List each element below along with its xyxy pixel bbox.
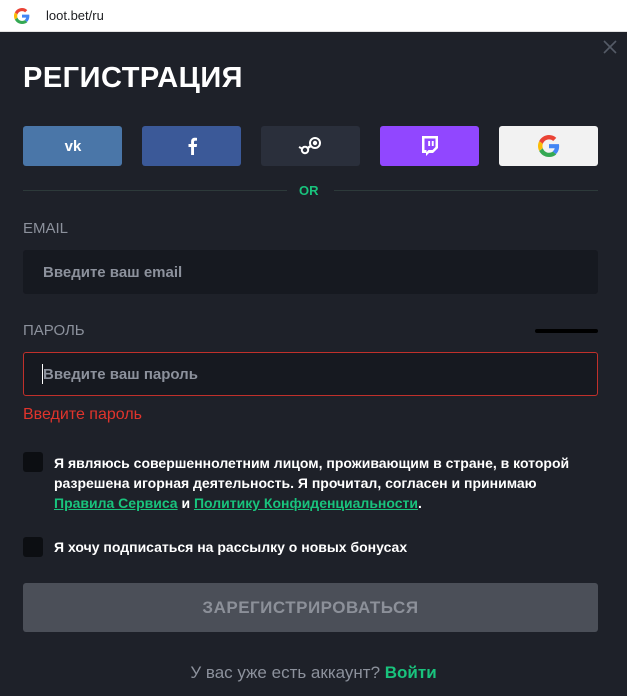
email-label: EMAIL [23,220,69,237]
vk-login-button[interactable]: vk [23,126,122,166]
password-strength-bar [535,329,598,333]
privacy-policy-link[interactable]: Политику Конфиденциальности [194,495,418,511]
password-label: ПАРОЛЬ [23,322,85,339]
newsletter-checkbox[interactable] [23,537,43,557]
facebook-icon [188,137,197,155]
close-icon[interactable] [600,37,620,57]
email-field[interactable] [23,250,598,294]
login-link[interactable]: Войти [385,663,437,682]
terms-of-service-link[interactable]: Правила Сервиса [54,495,178,511]
steam-icon [298,137,321,155]
browser-address-bar: loot.bet/ru [0,0,627,32]
agree-terms-text-before: Я являюсь совершеннолетним лицом, прожив… [54,455,570,491]
url-text[interactable]: loot.bet/ru [46,8,104,23]
newsletter-text: Я хочу подписаться на рассылку о новых б… [54,539,408,555]
password-field[interactable] [23,352,598,396]
twitch-icon [421,136,438,156]
page-title: РЕГИСТРАЦИЯ [23,62,244,94]
agree-terms-text: Я являюсь совершеннолетним лицом, прожив… [54,453,574,513]
svg-text:vk: vk [64,138,81,154]
twitch-login-button[interactable] [380,126,479,166]
divider-left [23,190,287,191]
google-icon [537,135,559,157]
login-prompt: У вас уже есть аккаунт? Войти [0,663,627,683]
agree-terms-text-and: и [177,495,194,511]
facebook-login-button[interactable] [142,126,241,166]
agree-terms-text-after: . [418,495,422,511]
google-login-button[interactable] [499,126,598,166]
password-error-text: Введите пароль [23,406,142,423]
agree-terms-checkbox[interactable] [23,452,43,472]
login-question: У вас уже есть аккаунт? [190,663,381,682]
or-divider-text: OR [299,183,319,198]
divider-right [334,190,598,191]
text-caret [42,364,43,384]
vk-icon: vk [64,138,81,154]
register-button[interactable]: ЗАРЕГИСТРИРОВАТЬСЯ [23,583,598,632]
steam-login-button[interactable] [261,126,360,166]
google-g-icon [14,8,30,24]
